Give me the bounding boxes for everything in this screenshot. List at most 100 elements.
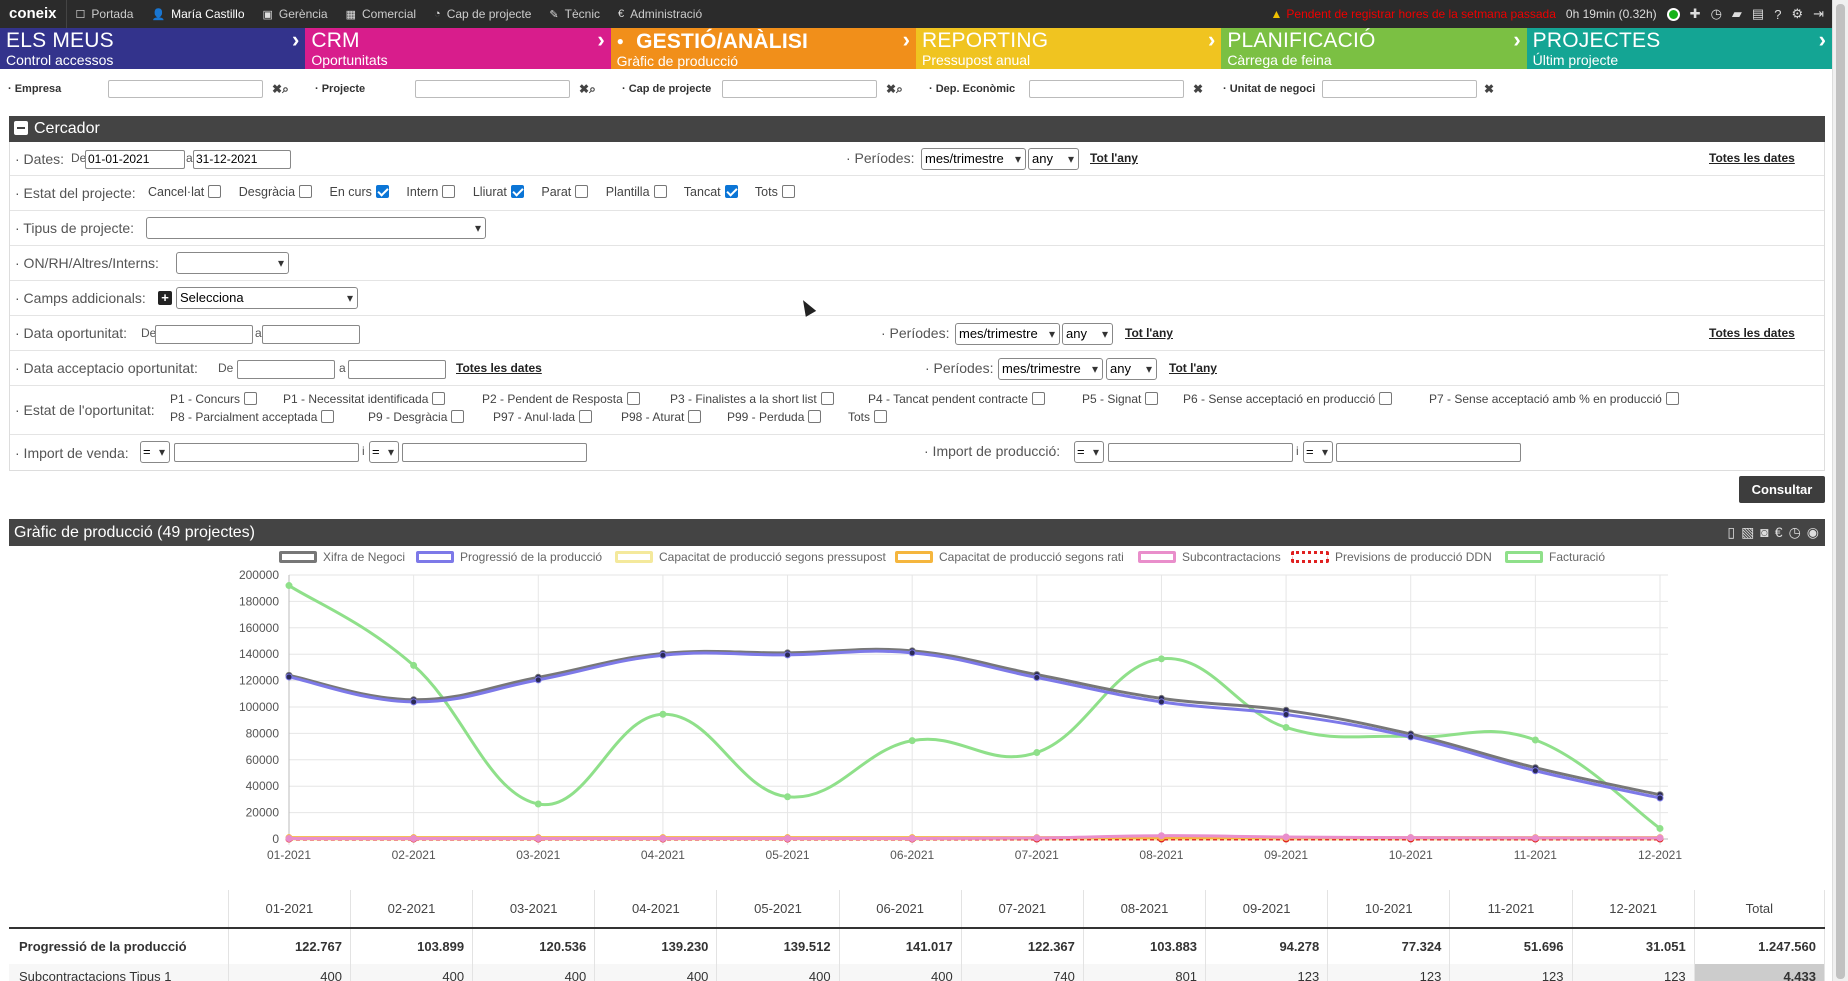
estat-op-option[interactable]: P98 - Aturat [621,410,702,424]
module-crm[interactable]: CRM Oportunitats › [305,28,611,69]
nav-portada[interactable]: ☐ Portada [67,0,143,28]
checkbox[interactable] [244,392,258,405]
clear-icon[interactable]: ✖ [579,82,589,96]
import-venda-op1-select[interactable]: = [140,441,170,463]
totes-dates-op-link[interactable]: Totes les dates [1709,326,1795,340]
empresa-input[interactable] [108,80,263,98]
status-online-icon[interactable] [1666,7,1680,21]
nav-tecnic[interactable]: ✎ Tècnic [540,0,609,28]
import-venda-op2-select[interactable]: = [369,441,399,463]
module-gestio-analisi[interactable]: ● GESTIÓ/ANÀLISI Gràfic de producció › [610,28,916,69]
estat-tancat[interactable]: Tancat [684,185,738,199]
checkbox[interactable] [626,392,640,405]
module-sub[interactable]: Últim projecte [1533,53,1832,68]
checkbox[interactable] [820,392,834,405]
module-els-meus[interactable]: ELS MEUS Control accessos › [0,28,306,69]
vertical-scrollbar[interactable] [1832,0,1848,981]
eye-icon[interactable]: ◉ [1807,519,1819,546]
folder-icon[interactable]: ▰ [1732,6,1742,22]
module-sub[interactable]: Càrrega de feina [1227,53,1526,68]
checkbox[interactable] [781,185,795,198]
checkbox[interactable] [442,185,456,198]
checkbox[interactable] [575,185,589,198]
checkbox[interactable] [808,410,822,423]
totes-dates-link[interactable]: Totes les dates [1709,151,1795,165]
date-from-input[interactable]: 01-01-2021 [85,150,185,169]
periodes-select[interactable]: mes/trimestre [921,148,1026,170]
contact-book-icon[interactable]: ▤ [1752,6,1764,22]
estat-op-option[interactable]: P9 - Desgràcia [368,410,465,424]
estat-op-option[interactable]: P4 - Tancat pendent contracte [868,392,1045,406]
consultar-button[interactable]: Consultar [1739,476,1825,503]
import-prod-from-input[interactable] [1108,443,1293,462]
module-planificacio[interactable]: PLANIFICACIÓ Càrrega de feina › [1221,28,1527,69]
estat-op-option[interactable]: P6 - Sense acceptació en producció [1183,392,1393,406]
clock-icon[interactable]: ◷ [1789,519,1801,546]
legend-item[interactable]: Subcontractacions [1138,550,1281,564]
checkbox[interactable] [653,185,667,198]
estat-op-option[interactable]: P5 - Signat [1082,392,1159,406]
legend-item[interactable]: Capacitat de producció segons rati [895,550,1124,564]
checkbox[interactable] [874,410,888,423]
date-to-input[interactable]: 31-12-2021 [193,150,291,169]
search-icon[interactable]: ⌕ [589,82,596,96]
legend-item[interactable]: Xifra de Negoci [279,550,405,564]
module-sub[interactable]: Control accessos [6,53,305,68]
projecte-input[interactable] [415,80,570,98]
tot-lany-op-link[interactable]: Tot l'any [1125,326,1173,340]
collapse-icon[interactable] [14,121,28,135]
search-panel-header[interactable]: Cercador [9,116,1825,142]
estat-parat[interactable]: Parat [541,185,589,199]
checkbox[interactable] [321,410,335,423]
tipus-projecte-select[interactable] [146,217,486,239]
clear-icon[interactable]: ✖ [1193,82,1203,96]
search-icon[interactable]: ⌕ [282,82,289,96]
import-venda-to-input[interactable] [402,443,587,462]
nav-administracio[interactable]: € Administració [609,0,711,28]
search-icon[interactable]: ⌕ [896,82,903,96]
import-venda-from-input[interactable] [174,443,359,462]
module-sub[interactable]: Gràfic de producció [617,54,916,69]
brand-logo[interactable]: coneix [0,0,67,28]
legend-item[interactable]: Progressió de la producció [416,550,602,564]
nav-comercial[interactable]: ▦ Comercial [337,0,425,28]
clear-icon[interactable]: ✖ [272,82,282,96]
estat-plantilla[interactable]: Plantilla [606,185,667,199]
totes-dates-acc-link[interactable]: Totes les dates [456,361,542,375]
cap-projecte-input[interactable] [722,80,877,98]
import-prod-to-input[interactable] [1336,443,1521,462]
estat-op-option[interactable]: P99 - Perduda [727,410,822,424]
image-icon[interactable]: ▧ [1741,519,1754,546]
checkbox[interactable] [1665,392,1679,405]
scrollbar-thumb[interactable] [1836,4,1845,979]
estat-op-option[interactable]: P7 - Sense acceptació amb % en producció [1429,392,1679,406]
checkbox[interactable] [579,410,593,423]
estat-op-option[interactable]: P2 - Pendent de Resposta [482,392,640,406]
estat-op-option[interactable]: P1 - Necessitat identificada [283,392,446,406]
estat-lliurat[interactable]: Lliurat [473,185,524,199]
module-reporting[interactable]: REPORTING Pressupost anual › [915,28,1222,69]
clear-icon[interactable]: ✖ [1484,82,1494,96]
gear-icon[interactable]: ⚙ [1791,6,1803,22]
estat-op-option[interactable]: P1 - Concurs [170,392,258,406]
dep-economic-input[interactable] [1029,80,1184,98]
nav-user[interactable]: 👤 María Castillo [142,0,253,28]
tot-lany-acc-link[interactable]: Tot l'any [1169,361,1217,375]
on-rh-select[interactable] [176,252,289,274]
module-sub[interactable]: Oportunitats [311,53,610,68]
nav-gerencia[interactable]: ▣ Gerència [254,0,337,28]
checkbox-checked[interactable] [724,185,738,198]
data-op-from-input[interactable] [155,325,253,344]
logout-icon[interactable]: ⇥ [1813,6,1824,22]
hours-warning[interactable]: ▲ Pendent de registrar hores de la setman… [1271,7,1556,21]
checkbox[interactable] [1379,392,1393,405]
estat-op-option[interactable]: P3 - Finalistes a la short list [670,392,834,406]
camera-icon[interactable]: ◙ [1760,519,1768,546]
any-op-select[interactable]: any [1062,323,1113,345]
checkbox[interactable] [451,410,465,423]
estat-op-option[interactable]: P8 - Parcialment acceptada [170,410,335,424]
nav-cap-projecte[interactable]: ◔ Cap de projecte [425,0,540,28]
camps-select[interactable]: Selecciona [176,287,358,309]
euro-icon[interactable]: € [1775,519,1783,546]
estat-desgracia[interactable]: Desgràcia [239,185,313,199]
